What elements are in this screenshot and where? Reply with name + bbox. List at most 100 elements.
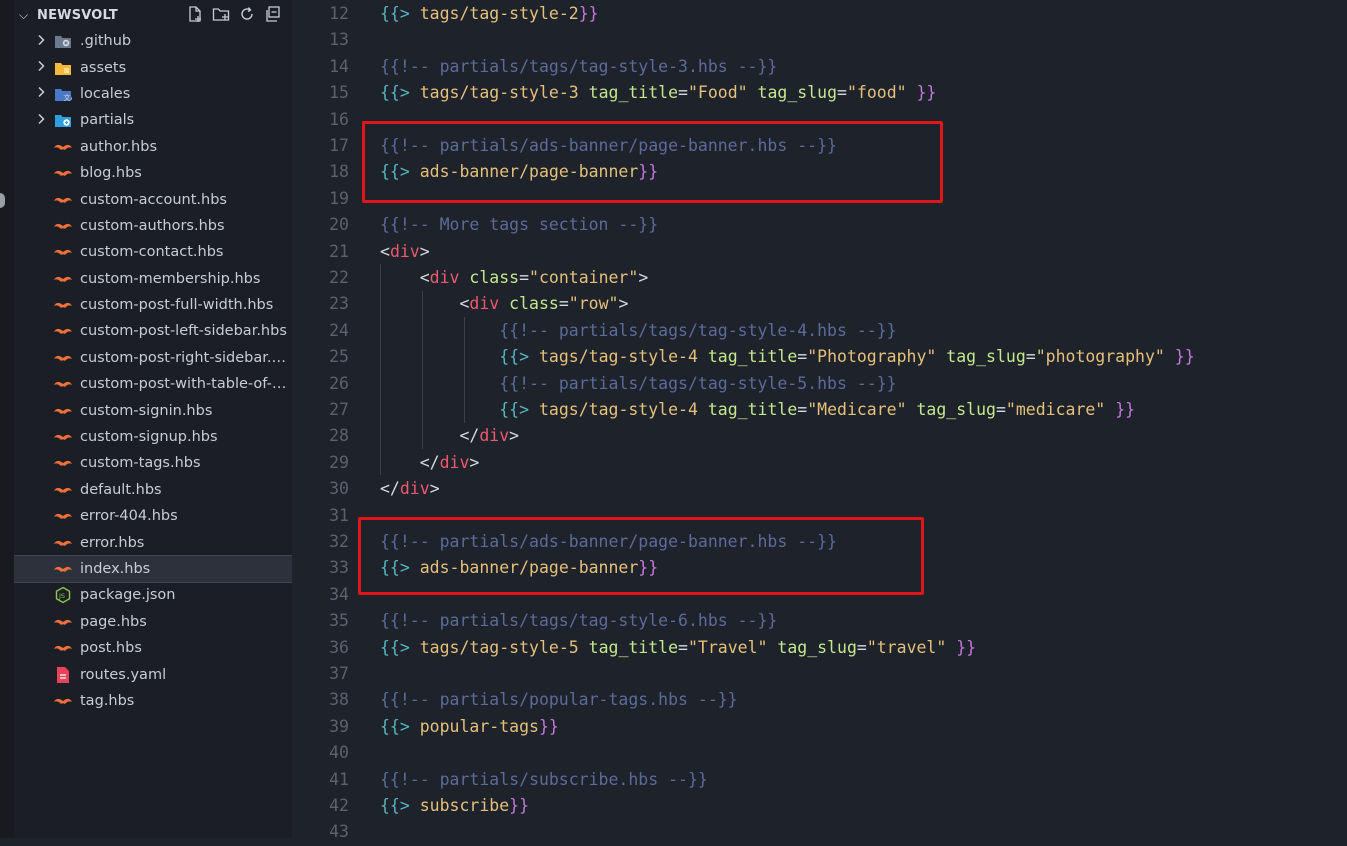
code-token: < [380,241,390,261]
file-item[interactable]: custom-post-with-table-of-c... [14,371,292,397]
code-line[interactable]: 19 [292,186,1347,212]
code-token: {{> [380,162,420,182]
line-number: 40 [329,743,349,763]
code-line[interactable]: 33 {{> ads-banner/page-banner}} [292,555,1347,581]
code-line[interactable]: 12 {{> tags/tag-style-2}} [292,1,1347,27]
code-line[interactable]: 15 {{> tags/tag-style-3 tag_title="Food" … [292,80,1347,106]
code-line[interactable]: 37 [292,661,1347,687]
file-item[interactable]: custom-post-full-width.hbs [14,292,292,318]
code-line[interactable]: 40 [292,740,1347,766]
line-number: 42 [329,796,349,815]
code-line[interactable]: 38 {{!-- partials/popular-tags.hbs --}} [292,687,1347,713]
code-line[interactable]: 23 <div class="row"> [292,291,1347,317]
file-item[interactable]: custom-post-right-sidebar.h... [14,345,292,371]
code-token: {{!-- partials/tags/tag-style-3.hbs --}} [380,56,778,76]
tree-item-label: custom-signin.hbs [80,402,213,419]
new-file-icon[interactable] [186,5,204,23]
folder-item[interactable]: assets [14,54,292,80]
code-line[interactable]: 26 {{!-- partials/tags/tag-style-5.hbs -… [292,371,1347,397]
chevron-right-icon[interactable] [36,60,50,75]
file-item[interactable]: default.hbs [14,477,292,503]
folder-item[interactable]: partials [14,107,292,133]
file-item[interactable]: author.hbs [14,134,292,160]
line-number: 32 [329,532,349,551]
code-line[interactable]: 13 [292,27,1347,53]
chevron-right-icon[interactable] [36,34,50,49]
file-item[interactable]: custom-authors.hbs [14,213,292,239]
tree-item-label: custom-tags.hbs [80,455,201,472]
line-number: 38 [329,690,349,710]
line-number: 36 [329,637,349,657]
line-number: 22 [329,268,349,287]
file-item[interactable]: tag.hbs [14,688,292,714]
code-token: > [638,268,649,287]
code-token: tag_title [588,637,679,657]
collapse-all-icon[interactable] [264,5,282,23]
file-item[interactable]: error-404.hbs [14,503,292,529]
scroll-handle[interactable] [0,193,5,208]
code-line[interactable]: 24 {{!-- partials/tags/tag-style-4.hbs -… [292,318,1347,344]
code-line[interactable]: 22 <div class="container"> [292,265,1347,291]
code-line[interactable]: 29 </div> [292,450,1347,476]
file-item[interactable]: routes.yaml [14,661,292,687]
code-line[interactable]: 42 {{> subscribe}} [292,793,1347,819]
code-token: </ [380,479,400,499]
code-line[interactable]: 43 [292,819,1347,845]
code-line[interactable]: 34 [292,582,1347,608]
new-folder-icon[interactable] [212,5,230,23]
tree-item-label: package.json [80,587,176,604]
chevron-right-icon[interactable] [36,86,50,101]
code-line[interactable]: 39 {{> popular-tags}} [292,714,1347,740]
file-item[interactable]: custom-membership.hbs [14,266,292,292]
tree-item-label: custom-signup.hbs [80,429,218,446]
line-number: 43 [329,822,349,842]
tree-item-label: page.hbs [80,613,147,630]
code-token: }} [916,83,937,103]
file-item[interactable]: custom-account.hbs [14,186,292,212]
folder-item[interactable]: .github [14,28,292,54]
file-item[interactable]: custom-signup.hbs [14,424,292,450]
file-item[interactable]: custom-signin.hbs [14,397,292,423]
file-item[interactable]: custom-contact.hbs [14,239,292,265]
chevron-right-icon[interactable] [36,113,50,128]
handlebars-file-icon [53,561,73,577]
folder-item[interactable]: 文A locales [14,81,292,107]
explorer-header[interactable]: ⌵ NEWSVOLT [14,0,292,30]
file-item[interactable]: post.hbs [14,635,292,661]
code-line[interactable]: 35 {{!-- partials/tags/tag-style-6.hbs --… [292,608,1347,634]
refresh-icon[interactable] [238,5,256,23]
code-line[interactable]: 25 {{> tags/tag-style-4 tag_title="Photo… [292,344,1347,370]
file-item[interactable]: custom-tags.hbs [14,450,292,476]
code-line[interactable]: 28 </div> [292,423,1347,449]
file-item[interactable]: custom-post-left-sidebar.hbs [14,318,292,344]
code-line[interactable]: 30 </div> [292,476,1347,502]
code-line[interactable]: 18 {{> ads-banner/page-banner}} [292,159,1347,185]
code-line[interactable]: 32 {{!-- partials/ads-banner/page-banner.… [292,529,1347,555]
file-item[interactable]: error.hbs [14,529,292,555]
file-item[interactable]: page.hbs [14,609,292,635]
file-item[interactable]: index.hbs [14,554,292,584]
code-token: {{!-- partials/tags/tag-style-6.hbs --}} [380,611,778,631]
line-number: 13 [329,30,349,50]
file-item[interactable]: blog.hbs [14,160,292,186]
code-text: {{!-- partials/tags/tag-style-3.hbs --}} [380,54,777,80]
code-line[interactable]: 14 {{!-- partials/tags/tag-style-3.hbs --… [292,54,1347,80]
code-text: <div class="container"> [380,265,649,291]
code-text: {{!-- partials/ads-banner/page-banner.hb… [380,133,837,159]
file-item[interactable]: JS package.json [14,582,292,608]
code-line[interactable]: 17 {{!-- partials/ads-banner/page-banner.… [292,133,1347,159]
code-line[interactable]: 16 [292,107,1347,133]
code-line[interactable]: 41 {{!-- partials/subscribe.hbs --}} [292,767,1347,793]
line-number: 24 [329,320,349,340]
tree-item-label: routes.yaml [80,666,167,683]
code-line[interactable]: 27 {{> tags/tag-style-4 tag_title="Medic… [292,397,1347,423]
code-editor[interactable]: 12 {{> tags/tag-style-2}} 13 14 {{!-- partia… [292,0,1347,841]
code-line[interactable]: 31 [292,503,1347,529]
code-line[interactable]: 20 {{!-- More tags section --}} [292,212,1347,238]
code-text: </div> [380,476,440,502]
handlebars-file-icon [53,640,73,656]
code-line[interactable]: 21 <div> [292,239,1347,265]
code-line[interactable]: 36 {{> tags/tag-style-5 tag_title="Travel… [292,635,1347,661]
code-token: = [678,83,688,103]
